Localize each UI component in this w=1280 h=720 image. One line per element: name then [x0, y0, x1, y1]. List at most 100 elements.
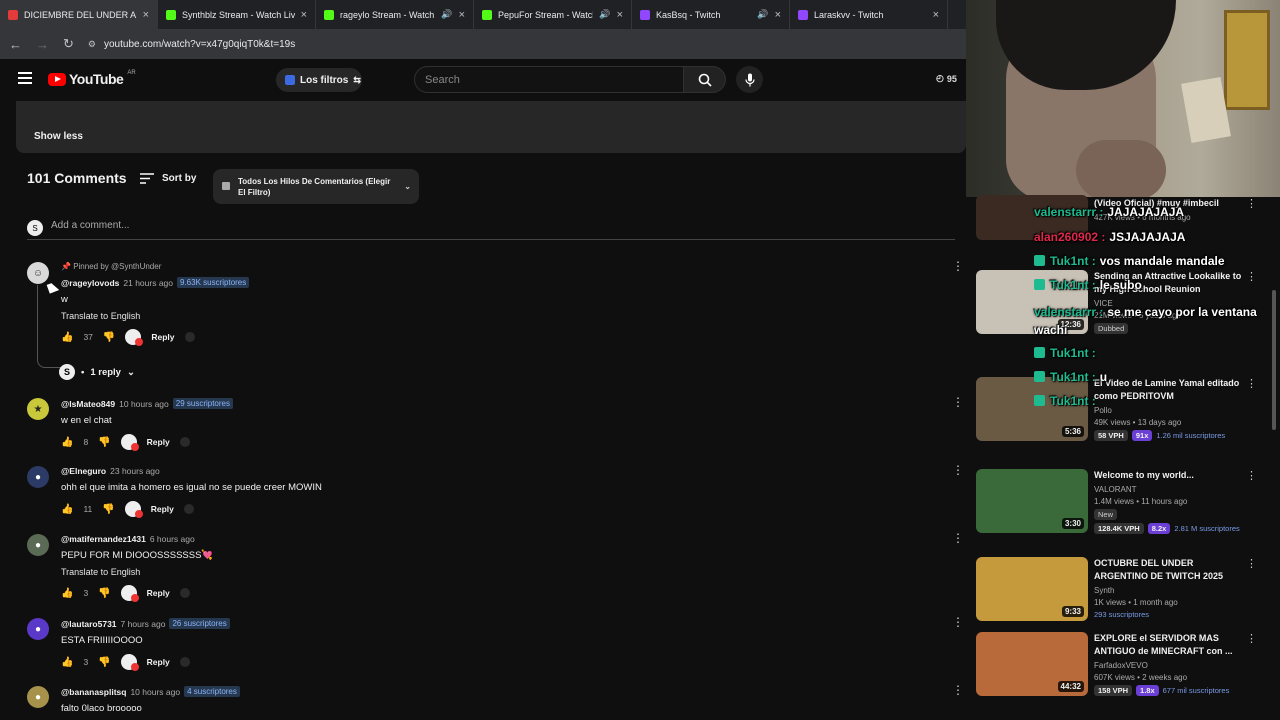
like-icon[interactable]: 👍 [61, 657, 73, 668]
comment-menu-icon[interactable]: ⋮ [952, 395, 964, 409]
description-box[interactable]: Show less [16, 101, 966, 153]
dislike-icon[interactable]: 👎 [98, 657, 110, 668]
close-tab-icon[interactable]: × [933, 9, 939, 21]
extension-icon[interactable] [179, 437, 190, 447]
comment-menu-icon[interactable]: ⋮ [952, 615, 964, 629]
recommended-video[interactable]: 9:33 OCTUBRE DEL UNDER ARGENTINO DE TWITC… [976, 557, 1276, 627]
comment-menu-icon[interactable]: ⋮ [952, 531, 964, 545]
video-title[interactable]: El Video de Lamine Yamal editado como PE… [1094, 377, 1244, 403]
forward-icon[interactable]: → [36, 37, 49, 52]
video-thumbnail[interactable]: 3:30 [976, 469, 1088, 533]
recommended-video[interactable]: 5:36 El Video de Lamine Yamal editado com… [976, 377, 1276, 447]
search-input[interactable]: Search [414, 66, 684, 93]
translate-button[interactable]: Translate to English [61, 311, 931, 321]
close-tab-icon[interactable]: × [143, 9, 149, 21]
browser-tab[interactable]: Synthblz Stream - Watch Live o × [158, 0, 316, 29]
close-tab-icon[interactable]: × [775, 9, 781, 21]
comment-avatar[interactable]: ● [27, 534, 49, 556]
back-icon[interactable]: ← [9, 37, 22, 52]
recommended-video[interactable]: 3:30 Welcome to my world... VALORANT 1.4M v… [976, 469, 1276, 539]
comment-avatar[interactable]: ● [27, 686, 49, 708]
video-channel[interactable]: VALORANT [1094, 485, 1244, 494]
video-channel[interactable]: FarfadoxVEVO [1094, 661, 1244, 670]
comment-author[interactable]: @IsMateo849 [61, 399, 115, 409]
youtube-logo[interactable]: YouTube AR [48, 70, 136, 87]
replies-toggle[interactable]: S • 1 reply ⌄ [59, 364, 135, 380]
comment-author[interactable]: @Elneguro [61, 466, 106, 476]
video-thumbnail[interactable]: 44:32 [976, 632, 1088, 696]
reply-button[interactable]: Reply [151, 332, 174, 342]
threads-filter-dropdown[interactable]: Todos Los Hilos De Comentarios (Elegir E… [213, 169, 419, 204]
comment-author[interactable]: @rageylovods [61, 278, 119, 288]
reply-button[interactable]: Reply [151, 504, 174, 514]
comment-menu-icon[interactable]: ⋮ [952, 259, 964, 273]
comment-time[interactable]: 6 hours ago [150, 534, 195, 544]
like-icon[interactable]: 👍 [61, 588, 73, 599]
like-icon[interactable]: 👍 [61, 504, 73, 515]
voice-search-button[interactable] [736, 66, 763, 93]
search-button[interactable] [684, 66, 726, 93]
sort-by-button[interactable]: Sort by [140, 173, 196, 184]
translate-button[interactable]: Translate to English [61, 567, 931, 577]
url-field[interactable]: ⚙ youtube.com/watch?v=x47g0qiqT0k&t=19s [88, 33, 970, 55]
filter-button[interactable]: Los filtros ⇆ [276, 68, 362, 92]
comment-avatar[interactable]: ● [27, 618, 49, 640]
audio-icon[interactable]: 🔊 [441, 9, 452, 20]
like-icon[interactable]: 👍 [61, 437, 73, 448]
video-thumbnail[interactable]: 9:33 [976, 557, 1088, 621]
dislike-icon[interactable]: 👎 [98, 437, 110, 448]
dislike-icon[interactable]: 👎 [98, 588, 110, 599]
video-channel[interactable]: Synth [1094, 586, 1244, 595]
show-less-button[interactable]: Show less [34, 131, 83, 142]
video-thumbnail[interactable]: 5:36 [976, 377, 1088, 441]
site-info-icon[interactable]: ⚙ [88, 39, 96, 50]
reply-button[interactable]: Reply [147, 588, 170, 598]
comment-menu-icon[interactable]: ⋮ [952, 463, 964, 477]
browser-tab[interactable]: DICIEMBRE DEL UNDER ARGEN × [0, 0, 158, 29]
video-channel[interactable]: Pollo [1094, 406, 1244, 415]
close-tab-icon[interactable]: × [617, 9, 623, 21]
reply-button[interactable]: Reply [147, 657, 170, 667]
youtube-play-icon [48, 72, 66, 86]
video-menu-icon[interactable]: ⋮ [1246, 469, 1257, 482]
video-menu-icon[interactable]: ⋮ [1246, 632, 1257, 645]
comment-time[interactable]: 7 hours ago [121, 619, 166, 629]
recommended-video[interactable]: 44:32 EXPLORE el SERVIDOR MAS ANTIGUO de … [976, 632, 1276, 702]
video-menu-icon[interactable]: ⋮ [1246, 557, 1257, 570]
comment-avatar[interactable]: ☺ [27, 262, 49, 284]
comment-menu-icon[interactable]: ⋮ [952, 683, 964, 697]
comment-author[interactable]: @matifernandez1431 [61, 534, 146, 544]
extension-icon[interactable] [184, 332, 195, 342]
close-tab-icon[interactable]: × [459, 9, 465, 21]
chat-text: le subo [1099, 278, 1142, 292]
reload-icon[interactable]: ↻ [63, 36, 74, 52]
hamburger-menu-icon[interactable] [18, 72, 32, 84]
browser-tab[interactable]: rageylo Stream - Watch Live 🔊 × [316, 0, 474, 29]
browser-tab[interactable]: Laraskvv - Twitch × [790, 0, 948, 29]
add-comment-field[interactable]: S Add a comment... [27, 220, 955, 240]
audio-icon[interactable]: 🔊 [757, 9, 768, 20]
comment-author[interactable]: @lautaro5731 [61, 619, 117, 629]
comment-time[interactable]: 23 hours ago [110, 466, 160, 476]
comment-avatar[interactable]: ★ [27, 398, 49, 420]
comment-time[interactable]: 21 hours ago [123, 278, 173, 288]
video-title[interactable]: EXPLORE el SERVIDOR MAS ANTIGUO de MINEC… [1094, 632, 1244, 658]
reply-button[interactable]: Reply [147, 437, 170, 447]
close-tab-icon[interactable]: × [301, 9, 307, 21]
video-title[interactable]: OCTUBRE DEL UNDER ARGENTINO DE TWITCH 20… [1094, 557, 1244, 583]
browser-tab[interactable]: PepuFor Stream - Watch Live 🔊 × [474, 0, 632, 29]
extension-icon[interactable] [183, 504, 194, 514]
comment-time[interactable]: 10 hours ago [119, 399, 169, 409]
comment-author[interactable]: @bananasplitsq [61, 687, 126, 697]
audio-icon[interactable]: 🔊 [599, 9, 610, 20]
extension-icon[interactable] [179, 588, 190, 598]
like-icon[interactable]: 👍 [61, 332, 73, 343]
extension-icon[interactable] [179, 657, 190, 667]
video-menu-icon[interactable]: ⋮ [1246, 377, 1257, 390]
video-title[interactable]: Welcome to my world... [1094, 469, 1244, 482]
dislike-icon[interactable]: 👎 [102, 504, 114, 515]
comment-avatar[interactable]: ● [27, 466, 49, 488]
dislike-icon[interactable]: 👎 [103, 332, 115, 343]
comment-time[interactable]: 10 hours ago [130, 687, 180, 697]
browser-tab[interactable]: KasBsq - Twitch 🔊 × [632, 0, 790, 29]
